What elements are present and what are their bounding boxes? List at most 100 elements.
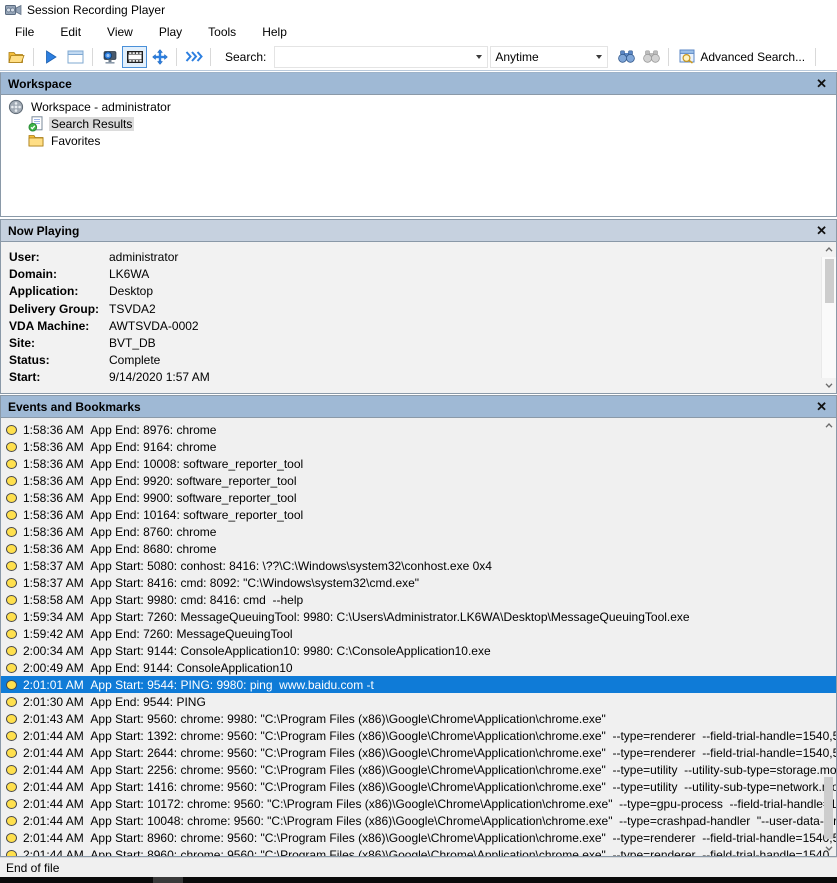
event-row[interactable]: 2:01:44 AM App Start: 10172: chrome: 956… (1, 795, 836, 812)
event-text: App End: 9144: ConsoleApplication10 (90, 661, 836, 675)
event-row[interactable]: 1:58:37 AM App Start: 8416: cmd: 8092: "… (1, 574, 836, 591)
pan-button[interactable] (147, 46, 172, 68)
tree-item-workspace-root[interactable]: Workspace - administrator (1, 98, 836, 115)
event-text: App End: 7260: MessageQueuingTool (90, 627, 836, 641)
yellow-dot-icon (6, 629, 17, 639)
event-text: App Start: 8960: chrome: 9560: "C:\Progr… (90, 831, 836, 845)
menu-item-tools[interactable]: Tools (195, 22, 249, 42)
player-view-button[interactable] (97, 46, 122, 68)
menu-item-help[interactable]: Help (249, 22, 300, 42)
play-button[interactable] (38, 46, 63, 68)
menu-item-edit[interactable]: Edit (47, 22, 94, 42)
find-next-button[interactable] (614, 46, 639, 68)
event-time: 1:58:36 AM (23, 440, 90, 454)
find-previous-button[interactable] (639, 46, 664, 68)
event-text: App End: 8976: chrome (90, 423, 836, 437)
movie-camera-icon (5, 4, 22, 16)
yellow-dot-icon (6, 527, 17, 537)
event-text: App Start: 9544: PING: 9980: ping www.ba… (90, 678, 836, 692)
toolbar-separator (815, 48, 816, 66)
events-view-button[interactable] (122, 46, 147, 68)
scroll-down-icon[interactable] (821, 378, 836, 393)
event-time: 1:58:36 AM (23, 491, 90, 505)
event-row[interactable]: 2:01:44 AM App Start: 8960: chrome: 9560… (1, 846, 836, 856)
event-row[interactable]: 2:01:44 AM App Start: 10048: chrome: 956… (1, 812, 836, 829)
events-list: 1:58:36 AM App End: 8976: chrome 1:58:36… (1, 418, 836, 856)
event-row[interactable]: 1:58:36 AM App End: 10164: software_repo… (1, 506, 836, 523)
event-row[interactable]: 1:58:36 AM App End: 9900: software_repor… (1, 489, 836, 506)
event-row[interactable]: 2:01:30 AM App End: 9544: PING (1, 693, 836, 710)
scroll-down-icon[interactable] (821, 841, 836, 856)
event-row[interactable]: 2:01:44 AM App Start: 8960: chrome: 9560… (1, 829, 836, 846)
event-row[interactable]: 1:58:36 AM App End: 9164: chrome (1, 438, 836, 455)
tree-item-search-results[interactable]: Search Results (1, 115, 836, 132)
scroll-up-icon[interactable] (821, 242, 836, 257)
search-results-icon (28, 116, 44, 132)
event-row[interactable]: 1:58:58 AM App Start: 9980: cmd: 8416: c… (1, 591, 836, 608)
event-time: 1:58:58 AM (23, 593, 90, 607)
snapshot-button[interactable] (63, 46, 88, 68)
event-time: 2:01:44 AM (23, 814, 90, 828)
workspace-panel: Workspace ✕ Workspace - administrator (0, 72, 837, 217)
tree-item-favorites[interactable]: Favorites (1, 132, 836, 149)
now-playing-field: Site: BVT_DB (9, 336, 836, 353)
toolbar-separator (92, 48, 93, 66)
now-playing-field: Status: Complete (9, 353, 836, 370)
event-row[interactable]: 2:00:34 AM App Start: 9144: ConsoleAppli… (1, 642, 836, 659)
menu-item-file[interactable]: File (2, 22, 47, 42)
yellow-dot-icon (6, 833, 17, 843)
time-filter-value: Anytime (491, 50, 591, 64)
close-icon[interactable]: ✕ (814, 224, 829, 237)
menu-item-play[interactable]: Play (146, 22, 195, 42)
yellow-dot-icon (6, 510, 17, 520)
workspace-panel-header: Workspace ✕ (1, 73, 836, 95)
event-row[interactable]: 1:58:37 AM App Start: 5080: conhost: 841… (1, 557, 836, 574)
event-row[interactable]: 1:59:42 AM App End: 7260: MessageQueuing… (1, 625, 836, 642)
event-row[interactable]: 1:58:36 AM App End: 8976: chrome (1, 421, 836, 438)
open-button[interactable] (4, 46, 29, 68)
now-playing-scrollbar[interactable] (821, 242, 836, 393)
event-row[interactable]: 1:58:36 AM App End: 8680: chrome (1, 540, 836, 557)
field-value: LK6WA (109, 267, 149, 284)
event-row[interactable]: 2:01:01 AM App Start: 9544: PING: 9980: … (1, 676, 836, 693)
field-label: Start: (9, 370, 109, 387)
event-row[interactable]: 2:01:44 AM App Start: 2256: chrome: 9560… (1, 761, 836, 778)
event-row[interactable]: 1:58:36 AM App End: 8760: chrome (1, 523, 836, 540)
event-row[interactable]: 2:01:44 AM App Start: 2644: chrome: 9560… (1, 744, 836, 761)
field-value: Desktop (109, 284, 153, 301)
menu-item-view[interactable]: View (94, 22, 146, 42)
event-row[interactable]: 2:01:44 AM App Start: 1392: chrome: 9560… (1, 727, 836, 744)
event-row[interactable]: 2:01:43 AM App Start: 9560: chrome: 9980… (1, 710, 836, 727)
close-icon[interactable]: ✕ (814, 400, 829, 413)
time-filter-dropdown[interactable]: Anytime (490, 46, 608, 68)
event-row[interactable]: 2:01:44 AM App Start: 1416: chrome: 9560… (1, 778, 836, 795)
field-value: administrator (109, 250, 178, 267)
search-input[interactable] (274, 46, 488, 68)
scroll-thumb[interactable] (824, 777, 833, 839)
scroll-thumb[interactable] (825, 259, 834, 303)
event-time: 1:58:36 AM (23, 423, 90, 437)
scroll-up-icon[interactable] (821, 418, 836, 433)
toolbar-separator (176, 48, 177, 66)
advanced-search-button[interactable]: Advanced Search... (673, 46, 811, 68)
toolbar-separator (668, 48, 669, 66)
event-text: App Start: 5080: conhost: 8416: \??\C:\W… (90, 559, 836, 573)
event-text: App End: 9920: software_reporter_tool (90, 474, 836, 488)
event-row[interactable]: 2:00:49 AM App End: 9144: ConsoleApplica… (1, 659, 836, 676)
event-row[interactable]: 1:59:34 AM App Start: 7260: MessageQueui… (1, 608, 836, 625)
events-scrollbar[interactable] (821, 418, 836, 856)
close-icon[interactable]: ✕ (814, 77, 829, 90)
binoculars-disabled-icon (643, 50, 660, 63)
yellow-dot-icon (6, 697, 17, 707)
field-label: Status: (9, 353, 109, 370)
event-text: App Start: 1392: chrome: 9560: "C:\Progr… (90, 729, 836, 743)
more-tools-button[interactable] (181, 46, 206, 68)
tree-item-label: Workspace - administrator (29, 100, 173, 114)
event-row[interactable]: 1:58:36 AM App End: 10008: software_repo… (1, 455, 836, 472)
event-time: 1:58:36 AM (23, 457, 90, 471)
yellow-dot-icon (6, 731, 17, 741)
event-time: 2:01:44 AM (23, 746, 90, 760)
event-time: 1:58:36 AM (23, 474, 90, 488)
tree-item-label: Favorites (49, 134, 102, 148)
event-row[interactable]: 1:58:36 AM App End: 9920: software_repor… (1, 472, 836, 489)
